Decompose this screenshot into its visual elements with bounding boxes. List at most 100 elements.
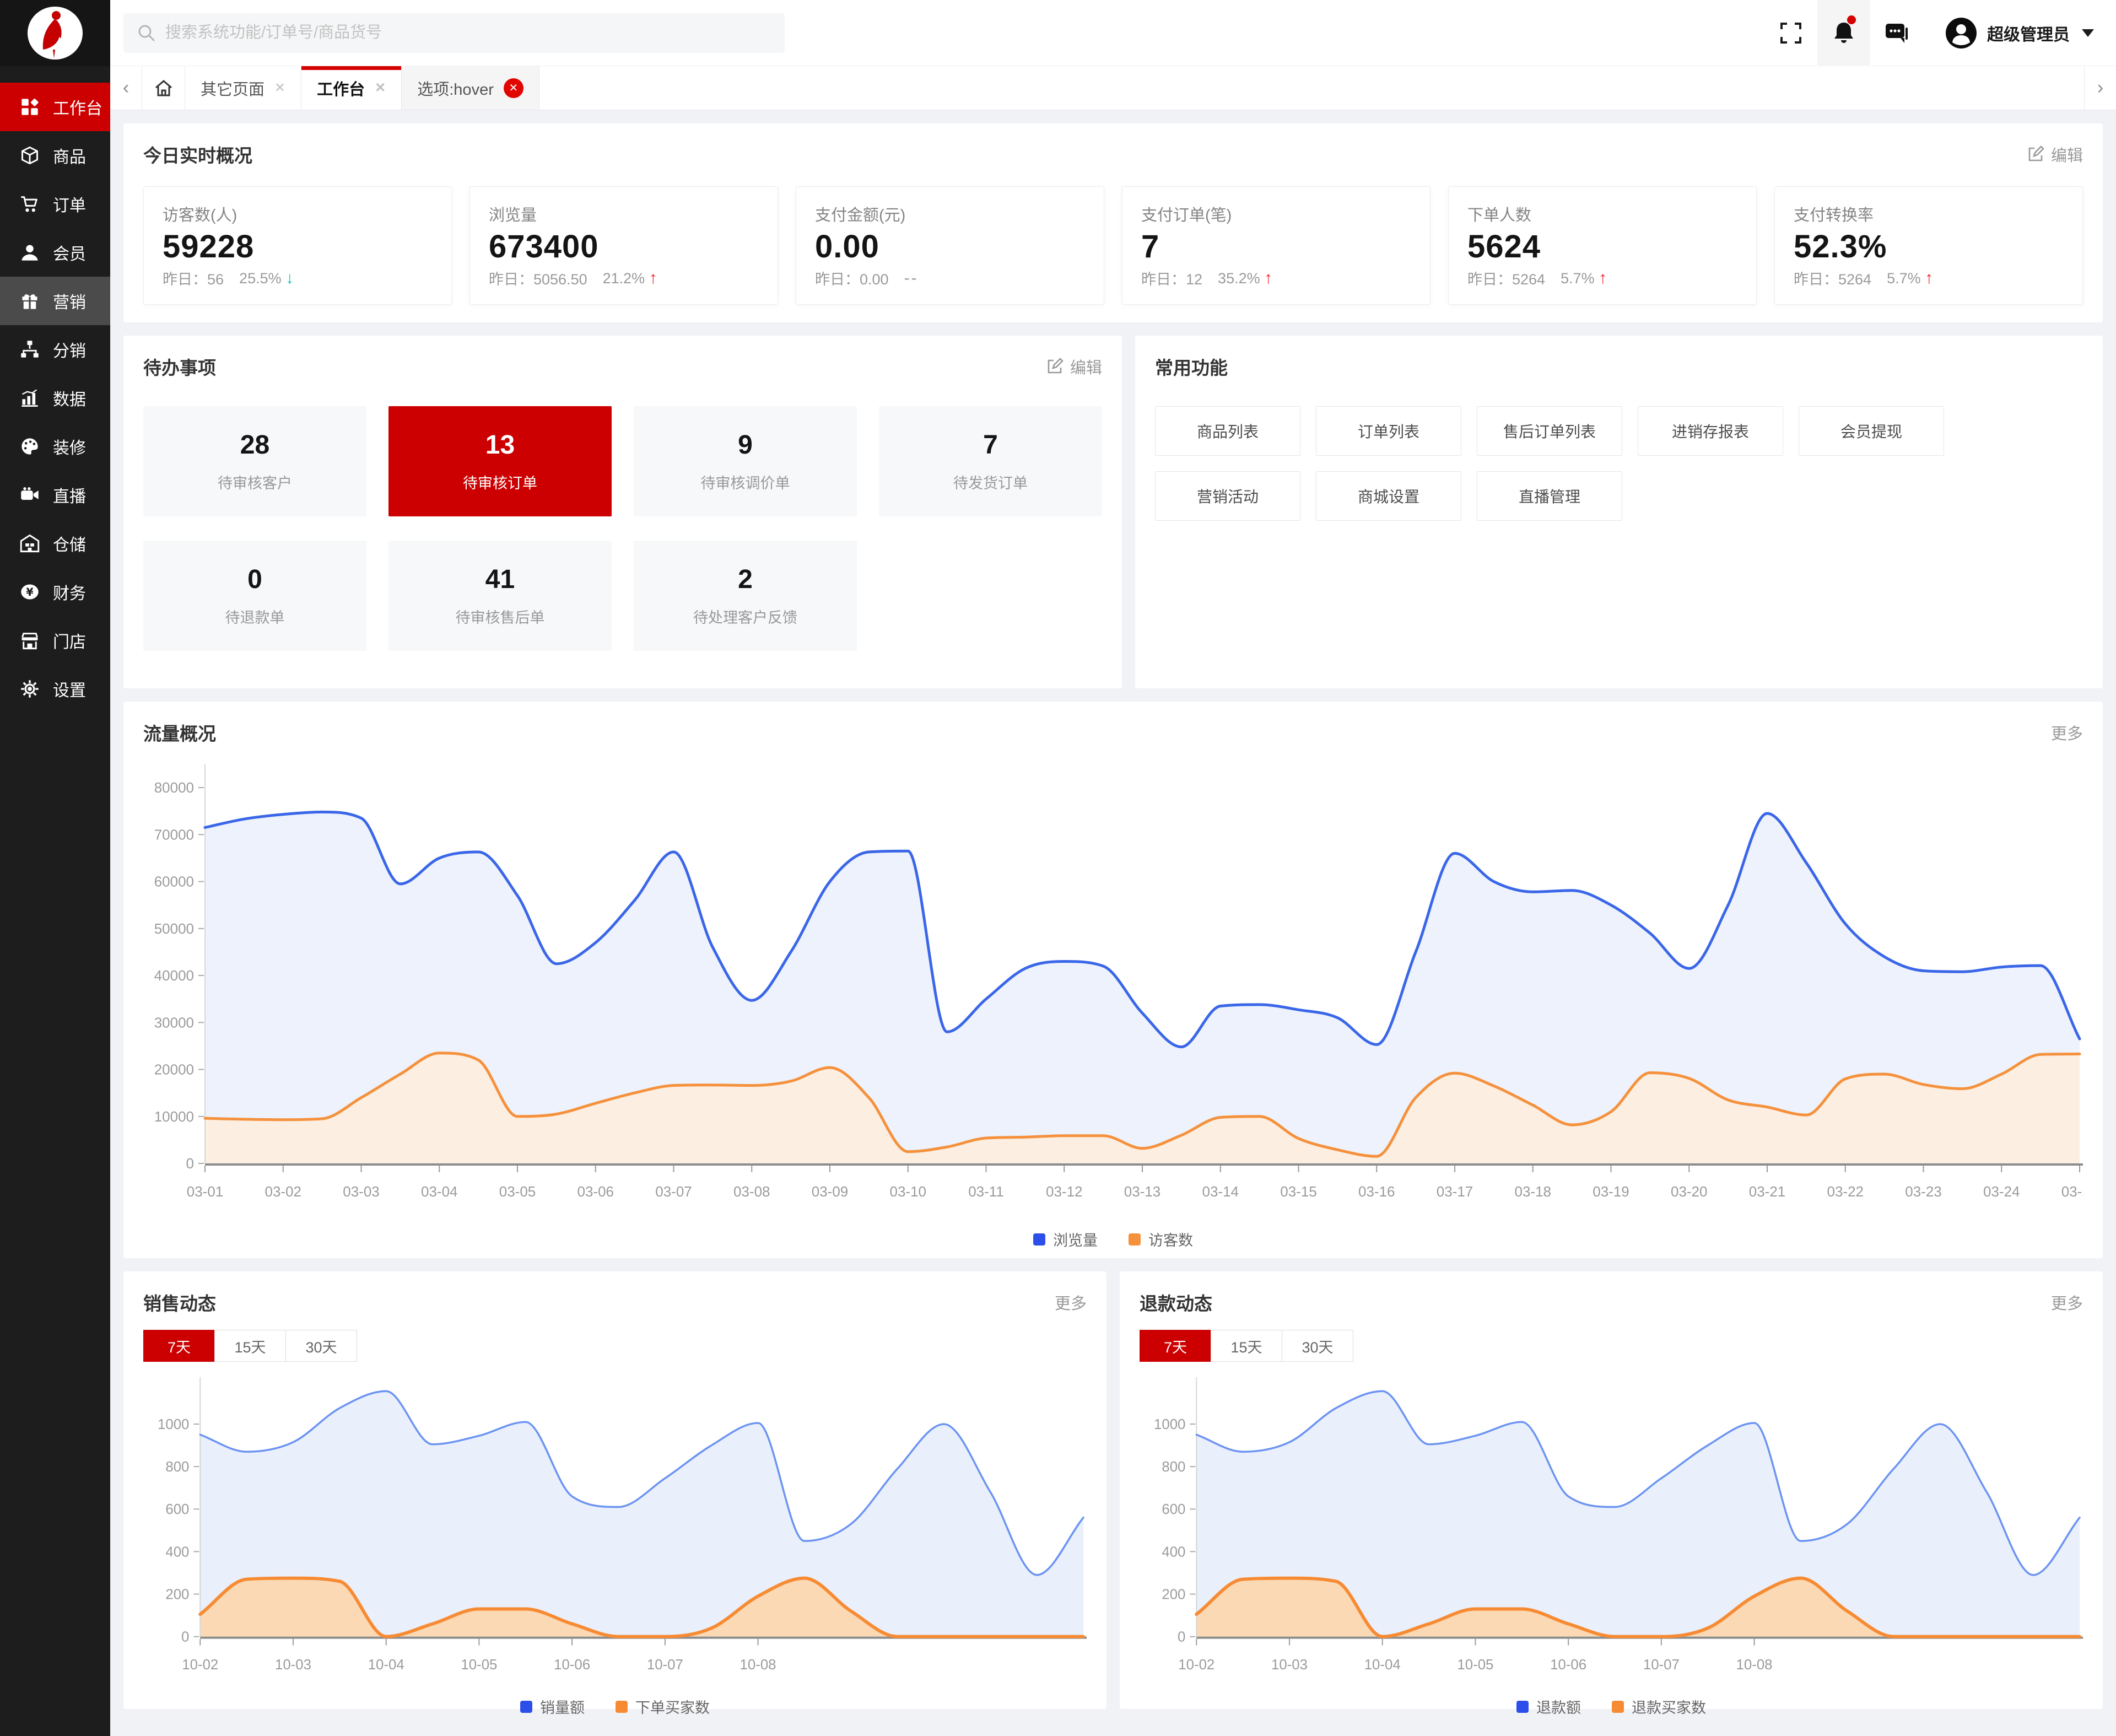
svg-text:03-05: 03-05: [499, 1183, 536, 1200]
stat-value: 59228: [163, 228, 433, 265]
svg-text:03-22: 03-22: [1827, 1183, 1864, 1200]
tab-30-days[interactable]: 30天: [1282, 1330, 1353, 1362]
sidebar-item-workbench[interactable]: 工作台: [0, 83, 110, 131]
search-input[interactable]: [123, 13, 785, 53]
svg-text:10-07: 10-07: [647, 1657, 683, 1673]
sidebar-item-warehouse[interactable]: 仓储: [0, 519, 110, 568]
user-menu[interactable]: 超级管理员: [1945, 17, 2094, 49]
app-logo[interactable]: [0, 0, 110, 66]
stats-row: 访客数(人) 59228 昨日：5625.5% ↓ 浏览量 673400 昨日：…: [143, 186, 2083, 305]
refund-more-link[interactable]: 更多: [2051, 1291, 2083, 1314]
todo-pending-orders[interactable]: 13待审核订单: [388, 406, 612, 516]
stat-yesterday: 昨日：52645.7% ↑: [1794, 267, 2064, 289]
close-icon[interactable]: ✕: [504, 78, 523, 98]
legend-item-refund-amount[interactable]: 退款额: [1516, 1696, 1581, 1717]
svg-text:03-18: 03-18: [1515, 1183, 1552, 1200]
sidebar-item-decorate[interactable]: 装修: [0, 422, 110, 471]
tab-15-days[interactable]: 15天: [1211, 1330, 1282, 1362]
legend-item-pageviews[interactable]: 浏览量: [1033, 1228, 1098, 1250]
chevron-down-icon: [2082, 29, 2094, 37]
sidebar-item-store[interactable]: 门店: [0, 616, 110, 665]
sidebar-item-goods[interactable]: 商品: [0, 131, 110, 180]
messages-button[interactable]: [1870, 0, 1923, 66]
quick-goods-list[interactable]: 商品列表: [1155, 406, 1300, 456]
tab-home[interactable]: [142, 66, 185, 110]
svg-text:03-13: 03-13: [1124, 1183, 1161, 1200]
fullscreen-button[interactable]: [1764, 0, 1817, 66]
network-icon: [20, 339, 40, 359]
user-icon: [20, 242, 40, 262]
tab-workbench[interactable]: 工作台 ✕: [301, 66, 402, 110]
todo-edit-button[interactable]: 编辑: [1046, 355, 1102, 378]
tab-strip: ‹ 其它页面 ✕ 工作台 ✕ 选项:hover ✕ ›: [110, 66, 2116, 110]
tab-option-hover[interactable]: 选项:hover ✕: [402, 66, 539, 110]
todo-grid: 28待审核客户 13待审核订单 9待审核调价单 7待发货订单 0待退款单 41待…: [143, 406, 1102, 651]
refund-chart: 0200400600800100010-0210-0310-0410-0510-…: [1140, 1371, 2083, 1690]
tabs-scroll-right[interactable]: ›: [2084, 66, 2116, 110]
sidebar-item-label: 订单: [53, 192, 86, 216]
edit-label: 编辑: [2051, 143, 2083, 166]
svg-text:03-19: 03-19: [1593, 1183, 1629, 1200]
sidebar-item-orders[interactable]: 订单: [0, 180, 110, 228]
stat-label: 支付转换率: [1794, 202, 2064, 225]
sidebar-item-members[interactable]: 会员: [0, 228, 110, 277]
close-icon[interactable]: ✕: [274, 82, 285, 95]
topbar-inner: 超级管理员: [110, 0, 2116, 66]
svg-text:03-02: 03-02: [265, 1183, 302, 1200]
quick-order-list[interactable]: 订单列表: [1316, 406, 1461, 456]
edit-label: 编辑: [1070, 355, 1102, 378]
sidebar-item-label: 直播: [53, 483, 86, 507]
legend-item-visitors[interactable]: 访客数: [1129, 1228, 1193, 1250]
quick-marketing-activity[interactable]: 营销活动: [1155, 471, 1300, 521]
quick-member-withdraw[interactable]: 会员提现: [1799, 406, 1944, 456]
tab-other-page[interactable]: 其它页面 ✕: [185, 66, 301, 110]
tab-30-days[interactable]: 30天: [285, 1330, 357, 1362]
todo-pending-price-adjust[interactable]: 9待审核调价单: [634, 406, 857, 516]
svg-text:03-16: 03-16: [1358, 1183, 1395, 1200]
tab-7-days[interactable]: 7天: [143, 1330, 215, 1362]
sales-more-link[interactable]: 更多: [1055, 1291, 1087, 1314]
traffic-more-link[interactable]: 更多: [2051, 721, 2083, 744]
sidebar-item-distribution[interactable]: 分销: [0, 325, 110, 374]
quick-inventory-report[interactable]: 进销存报表: [1638, 406, 1783, 456]
tabs-scroll-left[interactable]: ‹: [110, 66, 142, 110]
box-icon: [20, 145, 40, 165]
legend-item-sales-amount[interactable]: 销量额: [520, 1696, 585, 1717]
section-title: 流量概况: [143, 719, 216, 746]
global-search[interactable]: [123, 13, 785, 53]
close-icon[interactable]: ✕: [375, 82, 386, 95]
legend-swatch: [616, 1701, 628, 1713]
user-name: 超级管理员: [1987, 21, 2070, 45]
overview-edit-button[interactable]: 编辑: [2027, 143, 2083, 166]
svg-text:03-15: 03-15: [1280, 1183, 1317, 1200]
sidebar-item-data[interactable]: 数据: [0, 374, 110, 422]
quick-mall-settings[interactable]: 商城设置: [1316, 471, 1461, 521]
trend-up-icon: ↑: [1925, 269, 1933, 287]
sidebar-item-live[interactable]: 直播: [0, 471, 110, 519]
trend-up-icon: ↑: [1264, 269, 1272, 287]
stat-order-users: 下单人数 5624 昨日：52645.7% ↑: [1448, 186, 1757, 305]
todo-pending-customers[interactable]: 28待审核客户: [143, 406, 366, 516]
quick-live-manage[interactable]: 直播管理: [1477, 471, 1622, 521]
svg-text:800: 800: [165, 1459, 189, 1475]
quick-aftersale-list[interactable]: 售后订单列表: [1477, 406, 1622, 456]
traffic-chart: 0100002000030000400005000060000700008000…: [143, 754, 2083, 1223]
sidebar-item-marketing[interactable]: 营销: [0, 277, 110, 325]
todo-pending-shipment[interactable]: 7待发货订单: [879, 406, 1102, 516]
notifications-button[interactable]: [1817, 0, 1870, 66]
legend-item-order-buyers[interactable]: 下单买家数: [616, 1696, 710, 1717]
todo-pending-refund[interactable]: 0待退款单: [143, 541, 366, 651]
svg-text:10-05: 10-05: [461, 1657, 497, 1673]
stat-value: 52.3%: [1794, 228, 2064, 265]
sidebar-item-settings[interactable]: 设置: [0, 665, 110, 713]
sidebar-item-finance[interactable]: ¥ 财务: [0, 568, 110, 616]
stat-payment-amount: 支付金额(元) 0.00 昨日：0.00 --: [796, 186, 1104, 305]
overview-card: 今日实时概况 编辑 访客数(人) 59228 昨日：5625.5% ↓ 浏览量 …: [123, 123, 2103, 322]
tab-15-days[interactable]: 15天: [214, 1330, 286, 1362]
stat-value: 673400: [489, 228, 759, 265]
tab-7-days[interactable]: 7天: [1140, 1330, 1211, 1362]
legend-item-refund-buyers[interactable]: 退款买家数: [1612, 1696, 1706, 1717]
todo-pending-aftersale[interactable]: 41待审核售后单: [388, 541, 612, 651]
todo-pending-feedback[interactable]: 2待处理客户反馈: [634, 541, 857, 651]
fullscreen-icon: [1779, 21, 1802, 45]
